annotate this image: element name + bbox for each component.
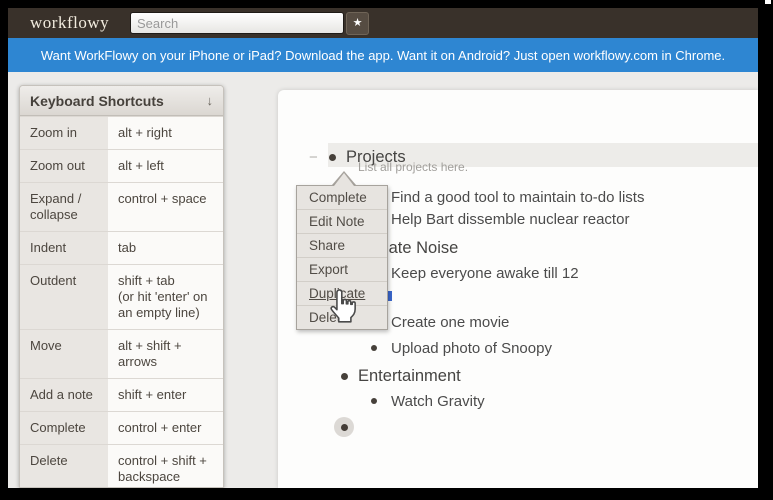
shortcut-keys: control + shift + backspace — [108, 445, 223, 487]
menu-arrow-icon — [334, 173, 354, 186]
outline-item-text[interactable]: Create one movie — [391, 314, 509, 331]
shortcut-label: Indent — [20, 232, 108, 264]
shortcut-keys: control + enter — [108, 412, 223, 444]
shortcut-label: Zoom out — [20, 150, 108, 182]
shortcut-keys-line1: shift + tab — [118, 273, 175, 288]
shortcut-keys: alt + right — [108, 117, 223, 149]
collapse-item-icon[interactable]: − — [309, 149, 321, 166]
outline-item[interactable]: Keep everyone awake till 12 — [371, 262, 579, 284]
shortcut-keys: tab — [108, 232, 223, 264]
shortcut-keys: alt + shift + arrows — [108, 330, 223, 378]
shortcuts-header: Keyboard Shortcuts ↓ — [20, 86, 223, 116]
outline-item-text[interactable]: Keep everyone awake till 12 — [391, 265, 579, 282]
shortcut-label: Move — [20, 330, 108, 378]
shortcut-row: Zoom out alt + left — [20, 149, 223, 182]
shortcut-label: Delete — [20, 445, 108, 487]
bullet-icon — [340, 423, 348, 431]
bullet-icon[interactable] — [371, 398, 377, 404]
outline-item-text[interactable]: Entertainment — [358, 367, 461, 386]
menu-item-share[interactable]: Share — [297, 233, 387, 257]
menu-item-export[interactable]: Export — [297, 257, 387, 281]
workflowy-logo[interactable]: workflowy — [30, 8, 109, 38]
banner-text: Want WorkFlowy on your iPhone or iPad? D… — [40, 47, 726, 63]
shortcut-label: Outdent — [20, 265, 108, 329]
screenshot-corner-artifact — [765, 0, 771, 4]
starred-pages-button[interactable]: ★ — [346, 12, 369, 35]
mobile-promo-banner[interactable]: Want WorkFlowy on your iPhone or iPad? D… — [8, 38, 758, 72]
outline-item[interactable]: Entertainment — [341, 365, 461, 387]
search-input[interactable] — [130, 12, 344, 34]
content-area: Keyboard Shortcuts ↓ Zoom in alt + right… — [8, 72, 758, 488]
shortcut-row: Expand / collapse control + space — [20, 182, 223, 231]
outline-item-text[interactable]: Upload photo of Snoopy — [391, 340, 552, 357]
bullet-icon[interactable] — [371, 345, 377, 351]
collapse-panel-icon[interactable]: ↓ — [207, 93, 214, 108]
outline-item-text[interactable]: Help Bart dissemble nuclear reactor — [391, 211, 629, 228]
shortcut-row: Zoom in alt + right — [20, 116, 223, 149]
outline-item[interactable]: Upload photo of Snoopy — [371, 337, 552, 359]
app-window: workflowy ★ Want WorkFlowy on your iPhon… — [8, 8, 758, 488]
shortcut-label: Zoom in — [20, 117, 108, 149]
item-note[interactable]: List all projects here. — [358, 160, 468, 174]
shortcut-label: Expand / collapse — [20, 183, 108, 231]
shortcut-row: Add a note shift + enter — [20, 378, 223, 411]
keyboard-shortcuts-panel: Keyboard Shortcuts ↓ Zoom in alt + right… — [19, 85, 224, 488]
bullet-icon[interactable] — [329, 153, 336, 161]
menu-item-complete[interactable]: Complete — [297, 186, 387, 209]
shortcut-keys: shift + tab (or hit 'enter' on an empty … — [108, 265, 223, 329]
shortcut-row: Complete control + enter — [20, 411, 223, 444]
partially-hidden-link-fragment — [388, 291, 392, 301]
shortcut-label: Complete — [20, 412, 108, 444]
star-icon: ★ — [352, 17, 363, 29]
shortcut-keys: shift + enter — [108, 379, 223, 411]
shortcut-row: Indent tab — [20, 231, 223, 264]
shortcut-keys-line2: (or hit 'enter' on an empty line) — [118, 289, 208, 320]
outline-item[interactable]: Help Bart dissemble nuclear reactor — [371, 208, 629, 230]
shortcut-row: Outdent shift + tab (or hit 'enter' on a… — [20, 264, 223, 329]
shortcut-label: Add a note — [20, 379, 108, 411]
outline-item-text[interactable]: Watch Gravity — [391, 393, 485, 410]
shortcut-row: Delete control + shift + backspace — [20, 444, 223, 487]
shortcut-row: Move alt + shift + arrows — [20, 329, 223, 378]
outline-item[interactable]: Find a good tool to maintain to-do lists — [371, 186, 644, 208]
outline-item[interactable]: Create one movie — [371, 311, 509, 333]
outline-item-text[interactable]: Find a good tool to maintain to-do lists — [391, 189, 644, 206]
shortcut-keys: alt + left — [108, 150, 223, 182]
top-bar: workflowy ★ — [8, 8, 758, 38]
shortcut-keys: control + space — [108, 183, 223, 231]
menu-item-edit-note[interactable]: Edit Note — [297, 209, 387, 233]
bullet-icon[interactable] — [341, 372, 348, 380]
empty-bullet-hover[interactable] — [334, 417, 354, 437]
outline-item[interactable]: Watch Gravity — [371, 390, 485, 412]
shortcuts-title: Keyboard Shortcuts — [30, 92, 164, 109]
hand-cursor-icon — [330, 289, 356, 323]
